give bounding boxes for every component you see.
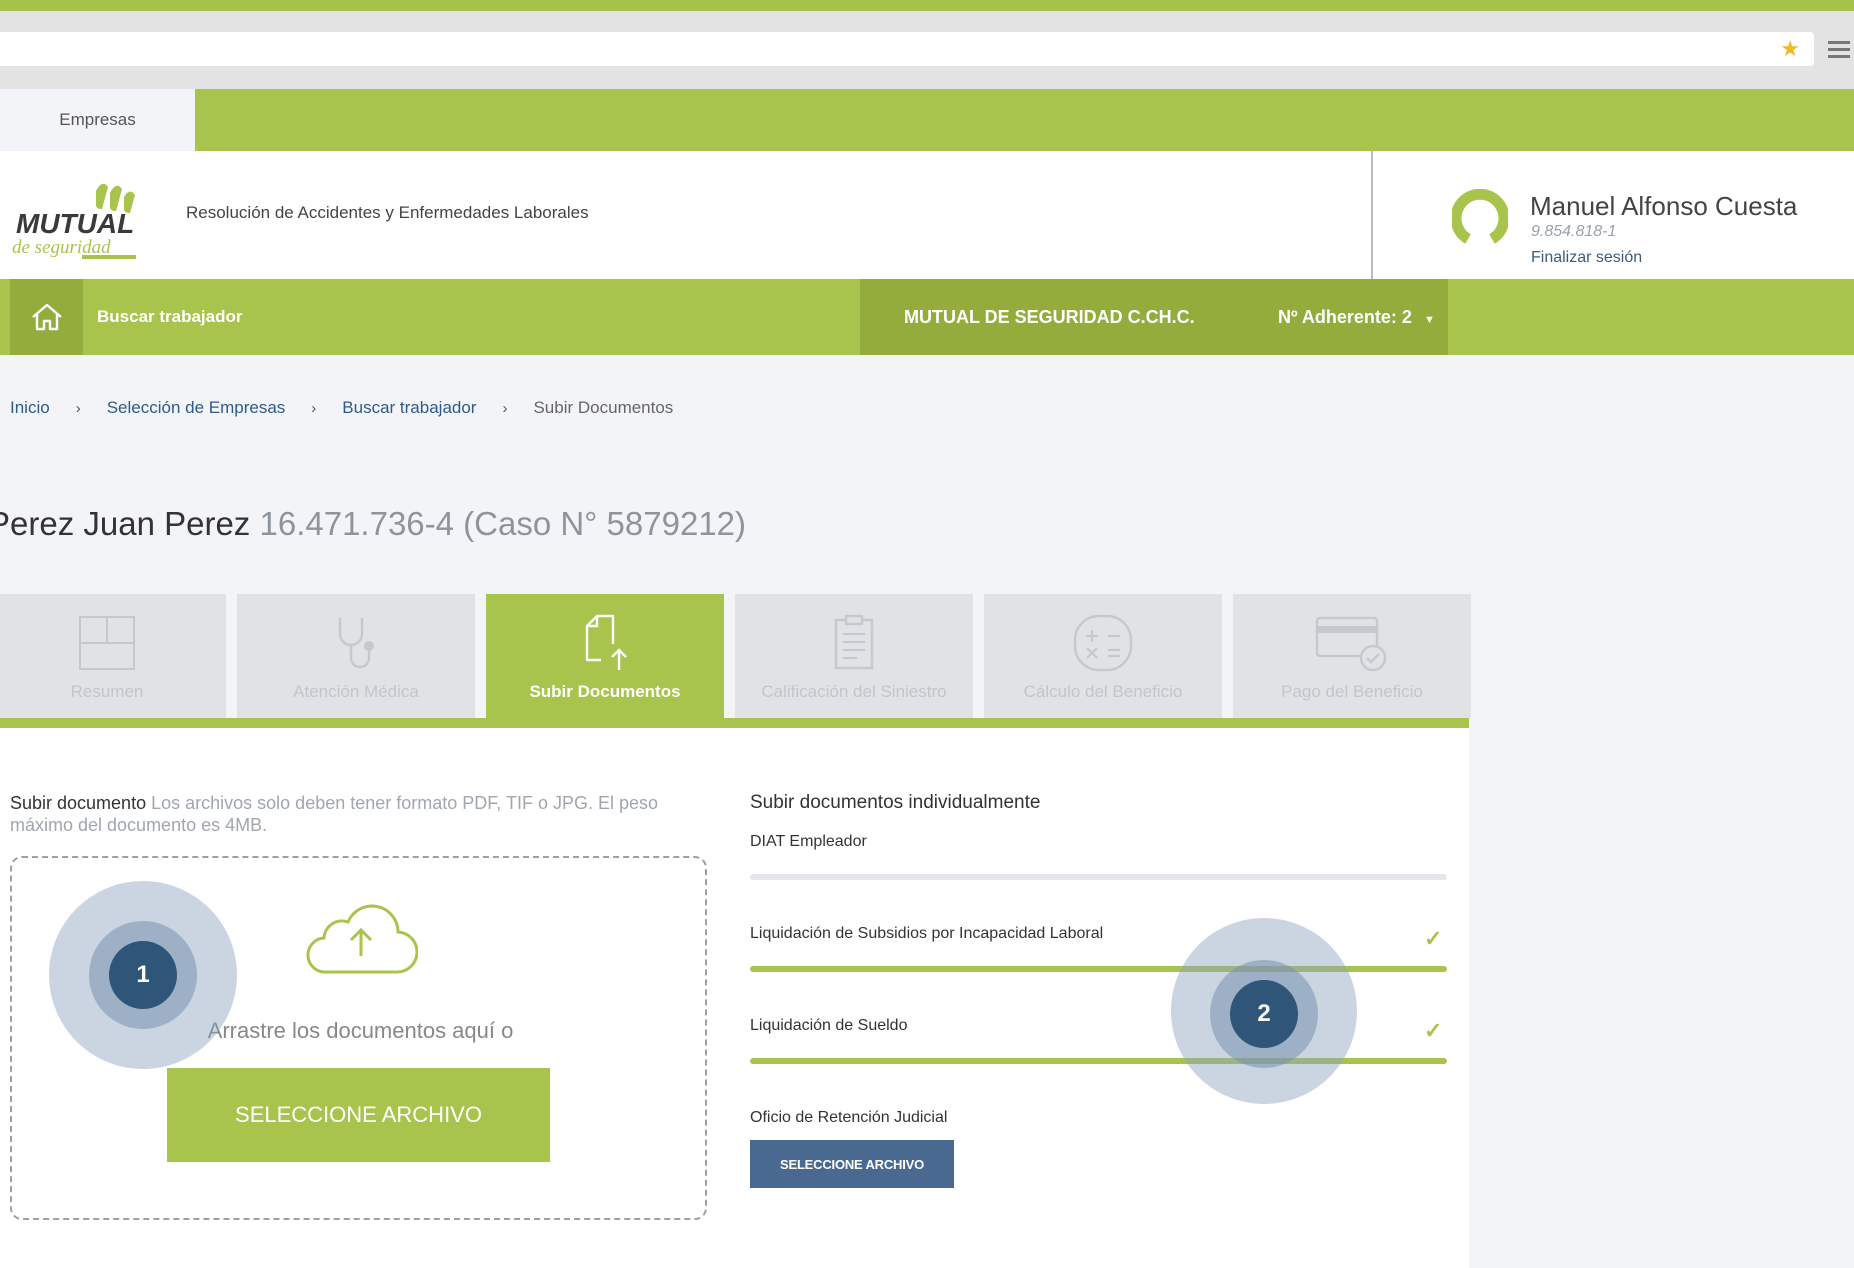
mutual-de-seguridad-logo[interactable]: MUTUAL de seguridad bbox=[10, 171, 170, 259]
tab-subir-documentos[interactable]: Subir Documentos bbox=[486, 594, 724, 718]
breadcrumb-buscar-trabajador[interactable]: Buscar trabajador bbox=[342, 398, 476, 418]
worker-name: Perez Juan Perez bbox=[0, 505, 251, 542]
tab-empresas[interactable]: Empresas bbox=[0, 89, 195, 151]
breadcrumb: Inicio › Selección de Empresas › Buscar … bbox=[10, 398, 673, 418]
marker-2: 2 bbox=[1230, 980, 1298, 1048]
upload-title: Subir documento bbox=[10, 793, 147, 813]
tab-label: Subir Documentos bbox=[529, 682, 681, 701]
breadcrumb-inicio[interactable]: Inicio bbox=[10, 398, 50, 418]
tab-label: Cálculo del Beneficio bbox=[1023, 682, 1183, 701]
home-icon bbox=[31, 303, 62, 331]
browser-top-stripe bbox=[0, 0, 1854, 11]
page-title: Perez Juan Perez 16.471.736-4 (Caso N° 5… bbox=[0, 505, 746, 543]
doc-label-sueldo: Liquidación de Sueldo bbox=[750, 1017, 908, 1034]
breadcrumb-seleccion-empresas[interactable]: Selección de Empresas bbox=[107, 398, 286, 418]
tab-label: Atención Médica bbox=[293, 682, 419, 701]
breadcrumb-current: Subir Documentos bbox=[533, 398, 674, 417]
select-file-retencion-button[interactable]: SELECCIONE ARCHIVO bbox=[750, 1140, 954, 1188]
site-header: MUTUAL de seguridad Resolución de Accide… bbox=[0, 151, 1854, 279]
adherente-label: Nº Adherente: 2 bbox=[1278, 307, 1412, 327]
site-tagline: Resolución de Accidentes y Enfermedades … bbox=[186, 203, 589, 222]
dashboard-icon bbox=[79, 616, 135, 670]
individual-upload-title: Subir documentos individualmente bbox=[750, 792, 1041, 813]
select-file-button[interactable]: SELECCIONE ARCHIVO bbox=[167, 1068, 550, 1162]
breadcrumb-separator: › bbox=[502, 399, 508, 417]
checkmark-icon: ✓ bbox=[1424, 1018, 1443, 1043]
svg-text:MUTUAL: MUTUAL bbox=[16, 208, 134, 239]
calculator-icon bbox=[1073, 614, 1133, 672]
marker-1: 1 bbox=[109, 941, 177, 1009]
svg-text:de seguridad: de seguridad bbox=[12, 237, 111, 258]
stethoscope-icon bbox=[338, 618, 374, 669]
caret-down-icon: ▼ bbox=[1423, 314, 1435, 326]
top-tab-bar: Empresas bbox=[0, 89, 1854, 151]
tab-calificacion-siniestro[interactable]: Calificación del Siniestro bbox=[735, 594, 973, 718]
address-bar[interactable]: ★ bbox=[0, 32, 1814, 66]
main-navbar: Buscar trabajador MUTUAL DE SEGURIDAD C.… bbox=[0, 279, 1854, 355]
doc-label-diat: DIAT Empleador bbox=[750, 833, 867, 850]
user-rut: 9.854.818-1 bbox=[1531, 223, 1617, 240]
tab-label: Calificación del Siniestro bbox=[761, 682, 947, 701]
cloud-upload-icon bbox=[304, 900, 419, 981]
tab-pago-beneficio[interactable]: Pago del Beneficio bbox=[1233, 594, 1471, 718]
document-upload-icon bbox=[585, 614, 627, 670]
tabs-underline bbox=[0, 718, 1469, 728]
tab-calculo-beneficio[interactable]: Cálculo del Beneficio bbox=[984, 594, 1222, 718]
company-selector: MUTUAL DE SEGURIDAD C.CH.C. Nº Adherente… bbox=[860, 279, 1448, 355]
adherente-dropdown[interactable]: Nº Adherente: 2 ▼ bbox=[1278, 307, 1435, 328]
logout-link[interactable]: Finalizar sesión bbox=[1531, 249, 1642, 267]
breadcrumb-separator: › bbox=[75, 399, 81, 417]
user-name: Manuel Alfonso Cuesta bbox=[1530, 191, 1798, 221]
hamburger-menu-icon[interactable] bbox=[1828, 41, 1850, 59]
tab-atencion-medica[interactable]: Atención Médica bbox=[237, 594, 475, 718]
header-divider bbox=[1371, 151, 1373, 279]
upload-description: Subir documento Los archivos solo deben … bbox=[10, 792, 700, 836]
clipboard-icon bbox=[834, 614, 874, 670]
company-name: MUTUAL DE SEGURIDAD C.CH.C. bbox=[904, 307, 1195, 327]
home-button[interactable] bbox=[10, 279, 83, 355]
doc-label-retencion: Oficio de Retención Judicial bbox=[750, 1109, 948, 1126]
breadcrumb-separator: › bbox=[311, 399, 317, 417]
star-icon[interactable]: ★ bbox=[1780, 36, 1800, 62]
checkmark-icon: ✓ bbox=[1424, 926, 1443, 951]
payment-card-icon bbox=[1315, 616, 1387, 672]
tab-label: Pago del Beneficio bbox=[1281, 682, 1423, 701]
tab-resumen[interactable]: Resumen bbox=[0, 594, 226, 718]
tab-label: Resumen bbox=[70, 682, 144, 701]
doc-progress-diat bbox=[750, 874, 1447, 880]
case-number: 16.471.736-4 (Caso N° 5879212) bbox=[259, 505, 747, 542]
doc-label-subsidios: Liquidación de Subsidios por Incapacidad… bbox=[750, 925, 1104, 942]
user-ring-icon bbox=[1450, 188, 1510, 245]
search-worker-link[interactable]: Buscar trabajador bbox=[97, 307, 243, 327]
